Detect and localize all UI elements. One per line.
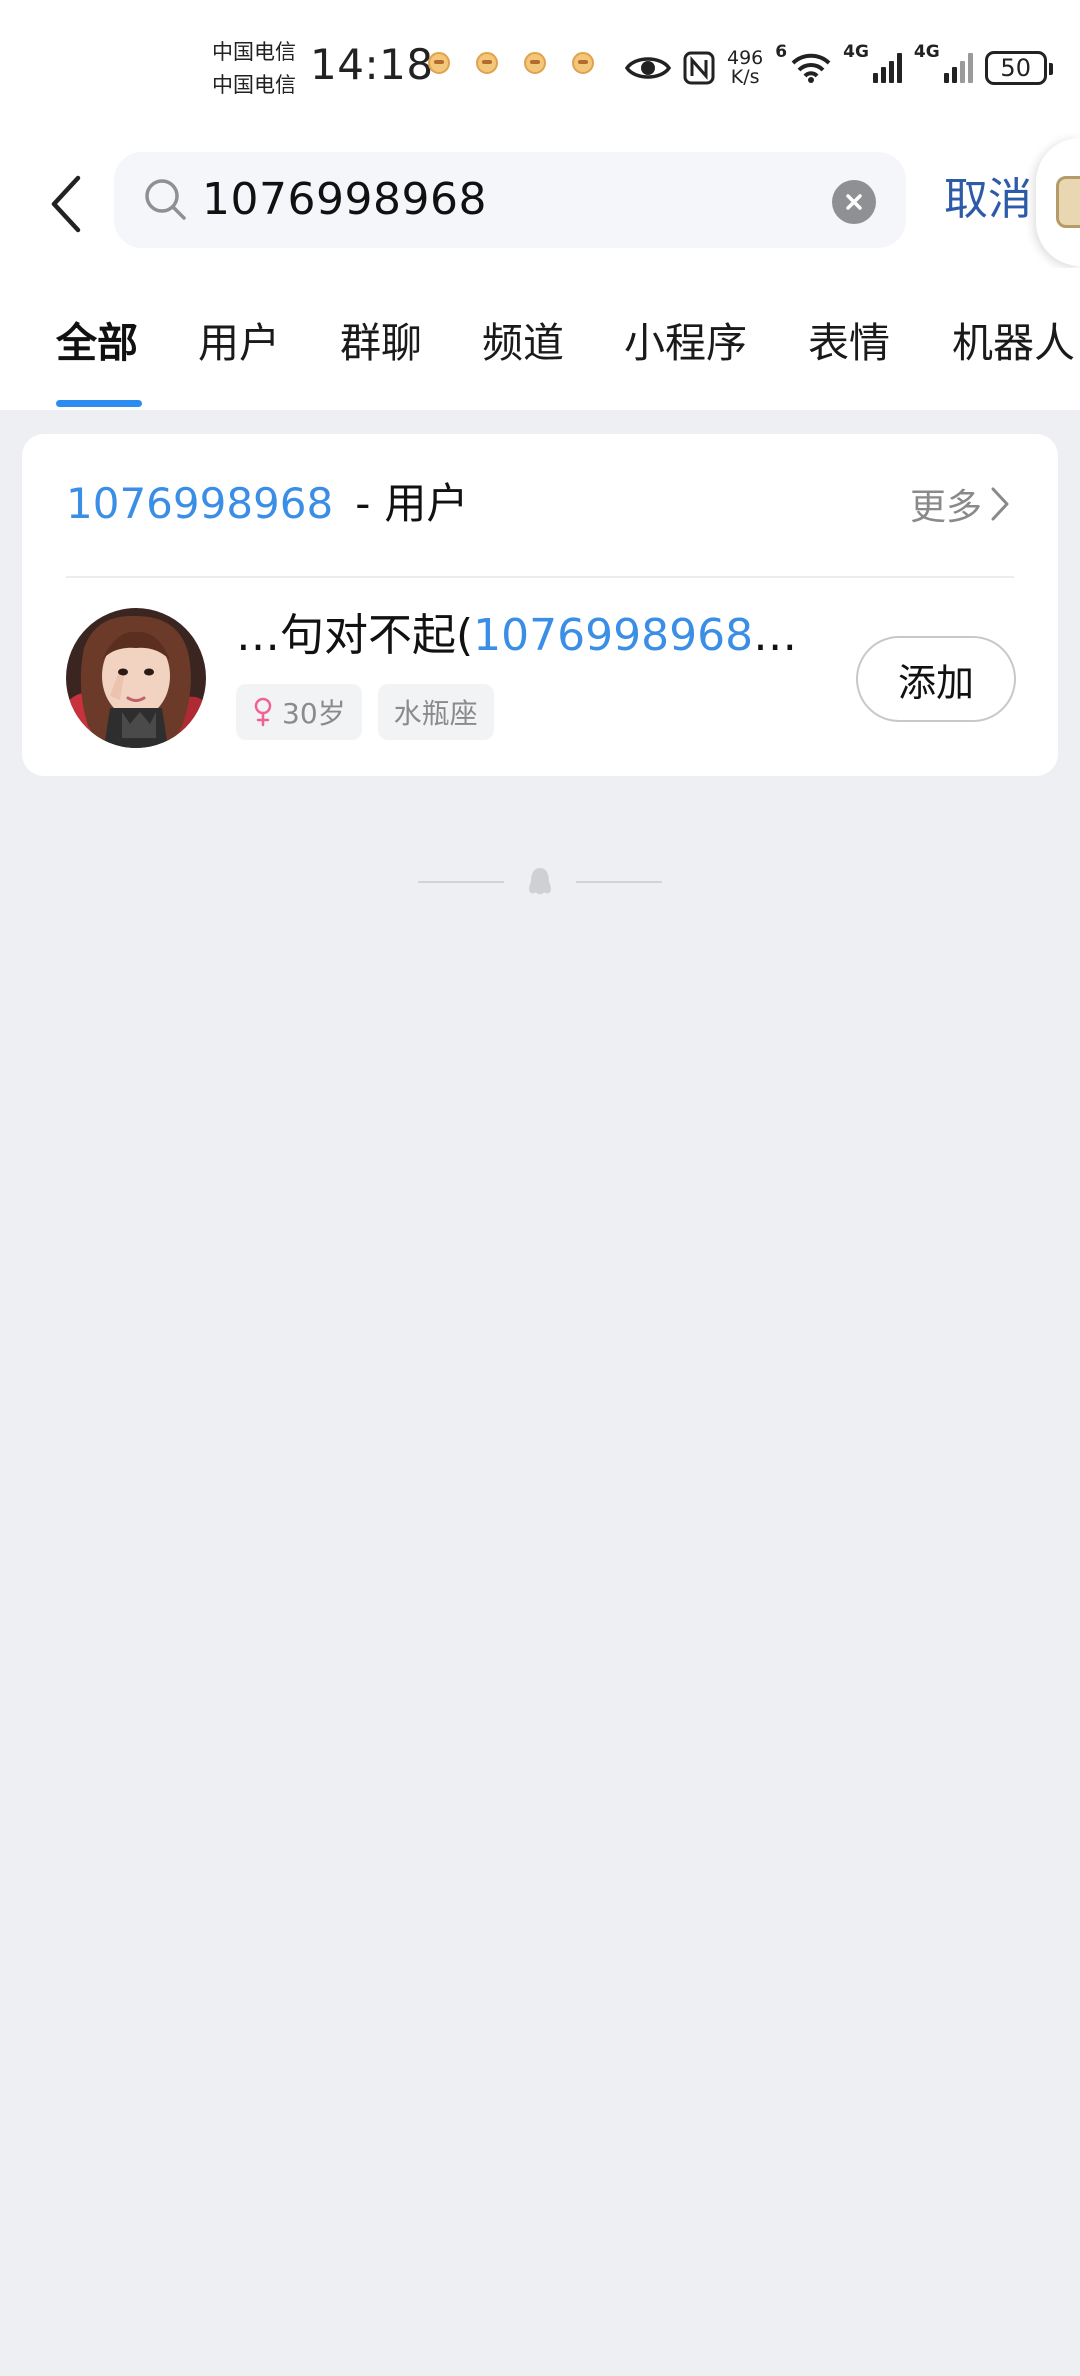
app-notification-icon [428, 52, 450, 74]
floating-assistant-icon [1056, 176, 1080, 228]
cancel-button[interactable]: 取消 [944, 152, 1032, 248]
avatar[interactable] [66, 608, 206, 748]
nfc-icon [683, 51, 715, 85]
tab-mini-programs[interactable]: 小程序 [624, 318, 747, 368]
user-tags: 30岁 水瓶座 [236, 684, 494, 740]
eye-icon [625, 57, 671, 79]
active-tab-indicator [56, 400, 142, 407]
battery-level: 50 [1000, 54, 1031, 82]
section-category: 用户 [384, 479, 469, 528]
tab-users[interactable]: 用户 [198, 318, 280, 368]
carrier-label-2: 中国电信 [212, 73, 296, 97]
user-results-card: 1076998968- 用户 更多 …句对不起(1076998968… 30岁 … [22, 434, 1058, 776]
zodiac-tag: 水瓶座 [377, 684, 494, 740]
tab-all[interactable]: 全部 [56, 318, 138, 368]
tab-bots[interactable]: 机器人 [952, 318, 1075, 368]
wifi-badge: 6 [775, 42, 788, 62]
network-type-1: 4G [843, 42, 869, 62]
more-label: 更多 [909, 487, 982, 528]
end-line-left [418, 881, 504, 883]
app-notification-icon [572, 52, 594, 74]
back-arrow-icon [51, 175, 81, 233]
age-tag-label: 30岁 [282, 697, 346, 730]
tab-groups[interactable]: 群聊 [340, 318, 422, 368]
network-speed-unit: K/s [730, 66, 760, 88]
app-notification-icon [524, 52, 546, 74]
category-tabs: 全部 用户 群聊 频道 小程序 表情 机器人 [0, 268, 1080, 410]
user-name-highlight: 1076998968 [473, 610, 754, 661]
notification-icons [428, 52, 594, 74]
chevron-right-icon [991, 487, 1009, 521]
tab-stickers[interactable]: 表情 [808, 318, 890, 368]
back-button[interactable] [36, 164, 96, 244]
status-bar: 中国电信 中国电信 14:18 496 K/s 6 4G 4G 50 [0, 0, 1080, 140]
tab-channels[interactable]: 频道 [482, 318, 564, 368]
signal-bars-2-icon [943, 53, 973, 83]
more-users-link[interactable]: 更多 [910, 476, 1010, 532]
app-notification-icon [476, 52, 498, 74]
wifi-icon [791, 53, 831, 83]
zodiac-tag-label: 水瓶座 [393, 697, 478, 730]
search-icon [145, 179, 186, 220]
penguin-icon [529, 868, 551, 895]
system-icons: 496 K/s 6 4G 4G 50 [625, 38, 1053, 98]
user-name-suffix: … [753, 610, 796, 661]
search-input[interactable]: 1076998968 [202, 152, 487, 248]
female-icon [254, 697, 272, 727]
user-name[interactable]: …句对不起(1076998968… [236, 606, 796, 666]
carrier-label-1: 中国电信 [212, 40, 296, 64]
status-time: 14:18 [310, 40, 434, 89]
divider [66, 576, 1014, 578]
network-type-2: 4G [913, 42, 940, 62]
section-keyword: 1076998968 [66, 479, 334, 528]
user-name-prefix: …句对不起( [236, 610, 474, 661]
add-friend-button[interactable]: 添加 [856, 636, 1016, 722]
section-separator: - [355, 479, 371, 528]
clear-search-button[interactable] [832, 180, 876, 224]
end-of-results-marker [418, 860, 662, 904]
search-header: 1076998968 取消 [0, 140, 1080, 268]
network-speed: 496 K/s [727, 49, 763, 87]
age-tag: 30岁 [236, 684, 362, 740]
avatar-image [66, 608, 206, 748]
signal-bars-1-icon [872, 53, 902, 83]
battery-indicator: 50 [984, 51, 1053, 85]
close-icon [846, 194, 862, 210]
section-title: 1076998968- 用户 [66, 476, 468, 532]
search-box[interactable]: 1076998968 [114, 152, 906, 248]
end-line-right [576, 881, 662, 883]
carrier-info: 中国电信 中国电信 [212, 36, 304, 102]
